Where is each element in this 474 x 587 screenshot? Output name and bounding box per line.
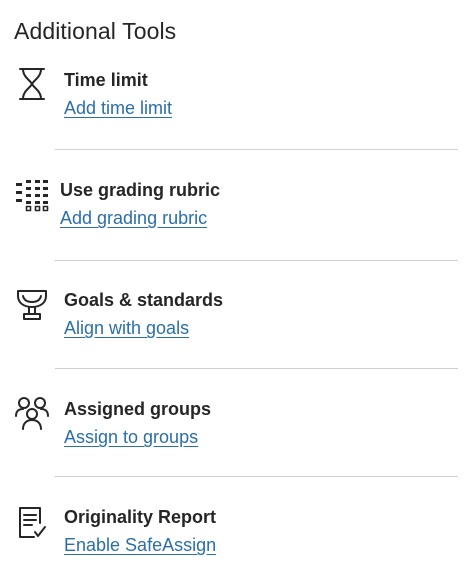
enable-safeassign-link[interactable]: Enable SafeAssign xyxy=(64,535,216,556)
additional-tools-panel: Additional Tools Time limit Add time lim… xyxy=(0,0,474,582)
divider xyxy=(55,368,458,369)
divider xyxy=(55,149,458,150)
tool-label-time-limit: Time limit xyxy=(64,70,148,90)
tool-grading-rubric: Use grading rubric Add grading rubric xyxy=(0,179,474,259)
tool-label-goals-standards: Goals & standards xyxy=(64,290,224,310)
panel-title: Additional Tools xyxy=(14,18,177,44)
tool-label-originality-report: Originality Report xyxy=(64,507,217,527)
people-group-icon xyxy=(15,397,49,430)
report-check-icon xyxy=(19,507,46,538)
add-time-limit-link[interactable]: Add time limit xyxy=(64,98,172,119)
tool-goals-standards: Goals & standards Align with goals xyxy=(0,290,474,370)
divider xyxy=(55,476,458,477)
divider xyxy=(55,260,458,261)
tool-label-grading-rubric: Use grading rubric xyxy=(60,180,221,200)
hourglass-icon xyxy=(19,68,45,100)
trophy-icon xyxy=(17,290,47,320)
assign-to-groups-link[interactable]: Assign to groups xyxy=(64,427,198,448)
align-with-goals-link[interactable]: Align with goals xyxy=(64,318,189,339)
rubric-grid-icon xyxy=(16,180,49,212)
tool-originality-report: Originality Report Enable SafeAssign xyxy=(0,507,474,587)
tool-assigned-groups: Assigned groups Assign to groups xyxy=(0,397,474,479)
add-grading-rubric-link[interactable]: Add grading rubric xyxy=(60,208,207,229)
tool-label-assigned-groups: Assigned groups xyxy=(64,399,212,419)
tool-time-limit: Time limit Add time limit xyxy=(0,68,474,150)
